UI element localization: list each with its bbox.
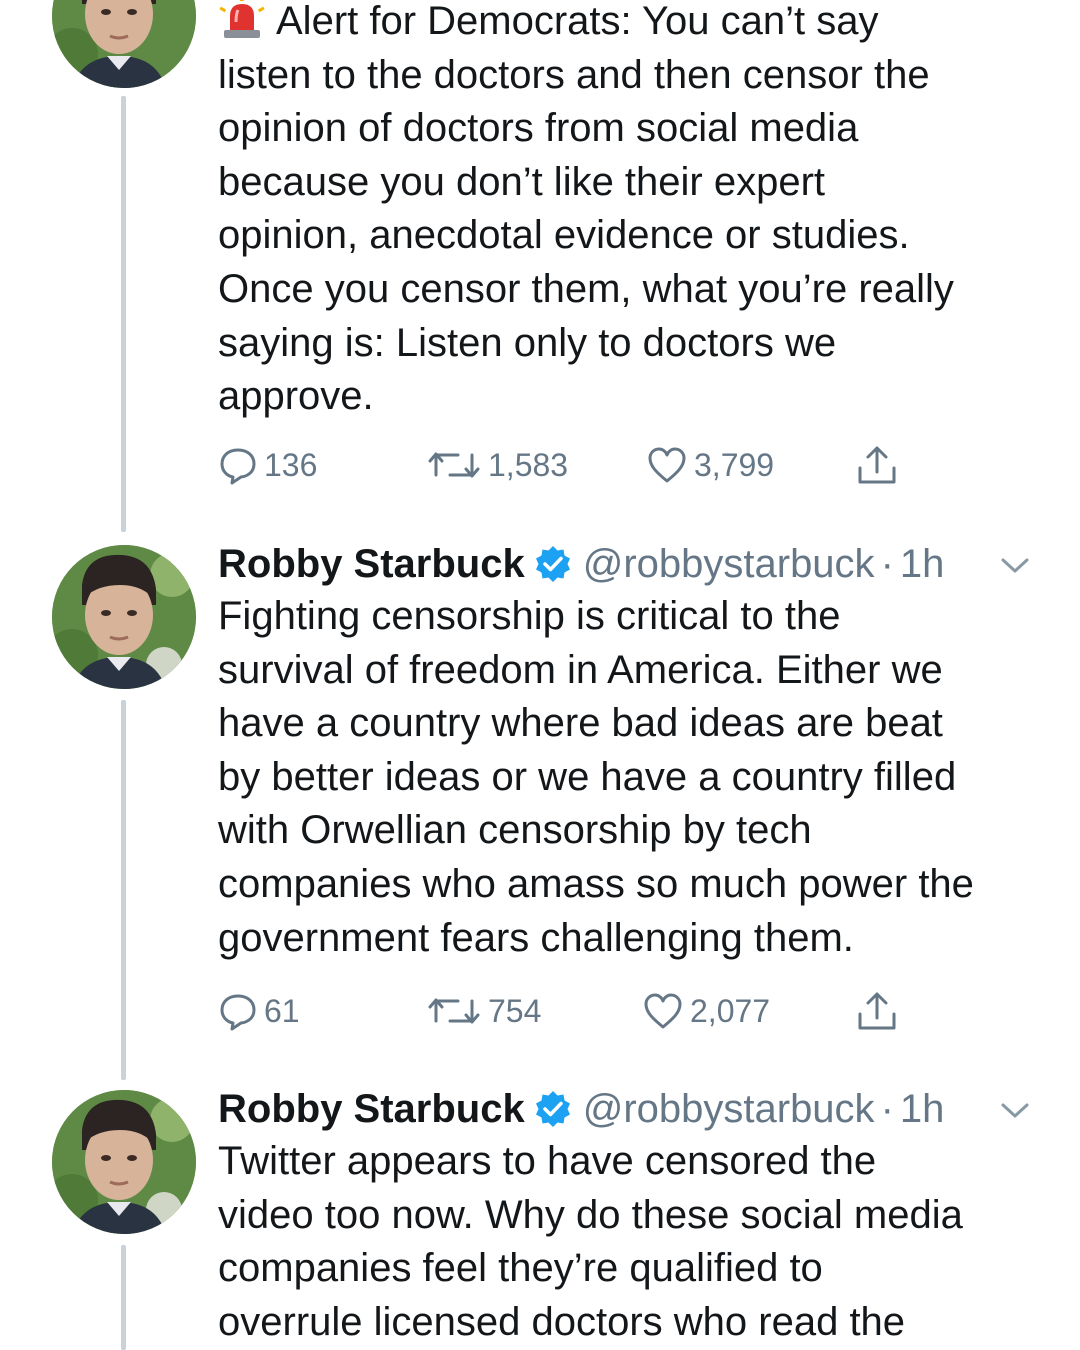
reply-count: 136 — [264, 446, 318, 483]
timestamp[interactable]: 1h — [900, 542, 945, 586]
tweet-header: Robby Starbuck @robbystarbuck · 1h — [218, 1087, 1038, 1131]
tweet-text: Fighting censorship is critical to the s… — [218, 594, 974, 960]
verified-badge-icon — [535, 546, 570, 582]
display-name[interactable]: Robby Starbuck — [218, 542, 525, 586]
separator: · — [880, 542, 894, 586]
handle[interactable]: @robbystarbuck — [583, 1087, 875, 1131]
retweet-count: 1,583 — [488, 446, 569, 483]
verified-badge-icon — [535, 1091, 570, 1127]
reply-button[interactable]: 61 — [218, 989, 300, 1033]
avatar-photo — [52, 0, 196, 88]
tweet[interactable]: Robby Starbuck @robbystarbuck · 1h Twitt… — [218, 1087, 1038, 1349]
avatar-photo — [52, 545, 196, 689]
thread-line — [121, 1245, 126, 1350]
retweet-icon — [428, 998, 480, 1024]
share-button[interactable] — [856, 989, 898, 1033]
timestamp[interactable]: 1h — [900, 1087, 945, 1131]
chevron-down-icon[interactable] — [1000, 556, 1030, 576]
avatar-photo — [52, 1090, 196, 1234]
like-button[interactable]: 3,799 — [646, 443, 774, 487]
tweet-header: Robby Starbuck @robbystarbuck · 1h — [218, 542, 1038, 586]
avatar[interactable] — [52, 0, 196, 88]
reply-count: 61 — [264, 992, 300, 1029]
separator: · — [880, 1087, 894, 1131]
like-button[interactable]: 2,077 — [642, 989, 770, 1033]
retweet-button[interactable]: 1,583 — [426, 443, 568, 487]
avatar[interactable] — [52, 1090, 196, 1234]
like-count: 2,077 — [690, 992, 771, 1029]
retweet-button[interactable]: 754 — [426, 989, 541, 1033]
share-button[interactable] — [856, 443, 898, 487]
handle[interactable]: @robbystarbuck — [583, 542, 875, 586]
reply-button[interactable]: 136 — [218, 443, 317, 487]
retweet-count: 754 — [488, 992, 542, 1029]
thread-line — [121, 96, 126, 532]
tweet-actions: 136 1,583 3,799 — [218, 443, 1038, 487]
display-name[interactable]: Robby Starbuck — [218, 1087, 525, 1131]
tweet-text: Twitter appears to have censored the vid… — [218, 1139, 963, 1344]
like-icon — [648, 447, 686, 483]
retweet-icon — [428, 452, 480, 478]
tweet-text: Alert for Democrats: You can’t say liste… — [218, 0, 1038, 424]
thread-line — [121, 700, 126, 1080]
tweet[interactable]: Alert for Democrats: You can’t say liste… — [218, 0, 1038, 424]
tweet-actions: 61 754 2,077 — [218, 989, 1038, 1033]
share-icon — [858, 446, 896, 484]
tweet-body: Alert for Democrats: You can’t say liste… — [218, 0, 954, 419]
reply-icon — [220, 994, 256, 1031]
like-count: 3,799 — [694, 446, 775, 483]
share-icon — [858, 992, 896, 1030]
reply-icon — [220, 448, 256, 485]
police-light-emoji — [218, 0, 266, 42]
like-icon — [644, 993, 682, 1029]
avatar[interactable] — [52, 545, 196, 689]
chevron-down-icon[interactable] — [1000, 1101, 1030, 1121]
tweet[interactable]: Robby Starbuck @robbystarbuck · 1h Fight… — [218, 542, 1038, 965]
